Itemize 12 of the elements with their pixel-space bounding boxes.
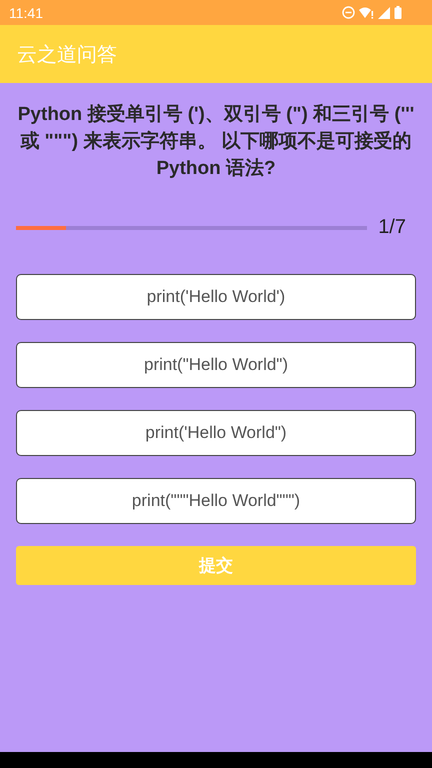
status-time: 11:41 bbox=[9, 4, 43, 20]
app-title: 云之道问答 bbox=[17, 42, 117, 68]
answer-option[interactable]: print('Hello World") bbox=[16, 410, 416, 456]
answer-option[interactable]: print("Hello World") bbox=[16, 342, 416, 388]
signal-icon bbox=[378, 6, 390, 18]
do-not-disturb-icon bbox=[342, 6, 355, 19]
battery-icon bbox=[394, 6, 402, 19]
wifi-icon bbox=[359, 6, 374, 18]
question-text: Python 接受单引号 (')、双引号 (") 和三引号 (''' 或 """) 来表示字符串。 以下哪项不是可接受的 Python 语法? bbox=[16, 102, 416, 181]
answer-option[interactable]: print('Hello World') bbox=[16, 274, 416, 320]
progress-counter: 1/7 bbox=[378, 216, 406, 239]
answer-option[interactable]: print("""Hello World""") bbox=[16, 478, 416, 524]
